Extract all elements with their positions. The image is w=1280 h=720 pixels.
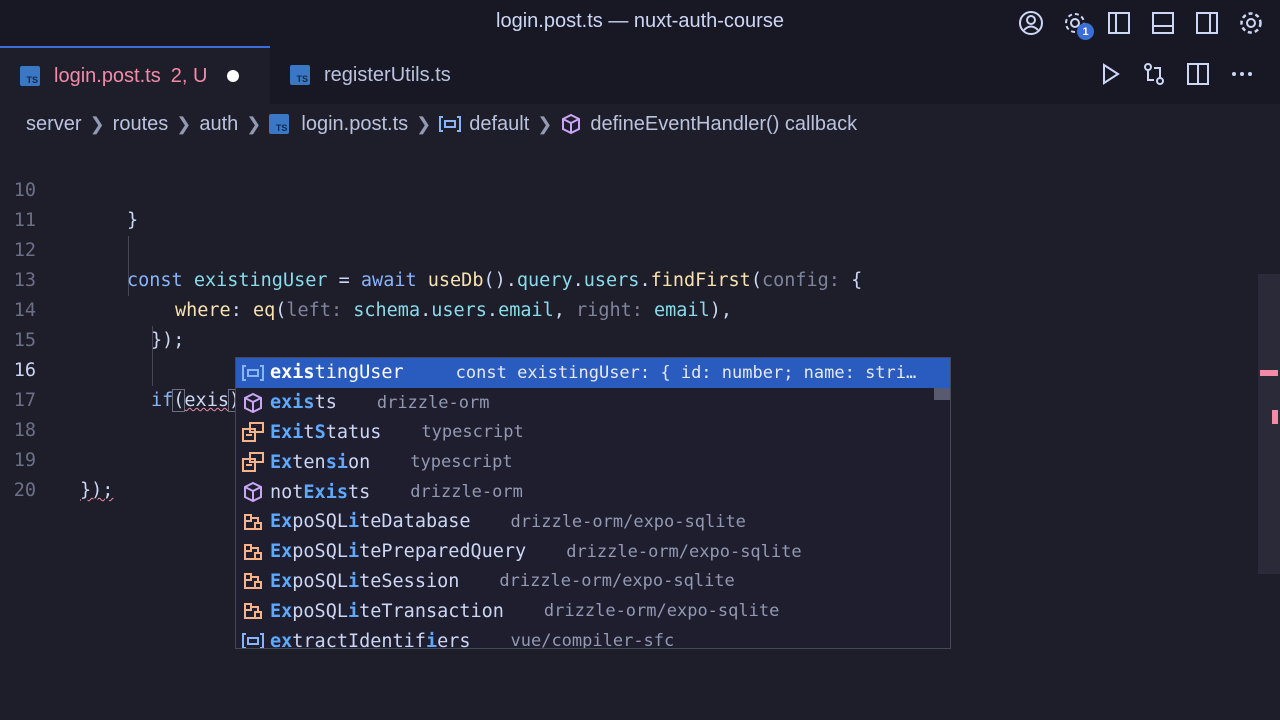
suggestion-label: notExists: [270, 481, 371, 503]
layout-panel-icon[interactable]: [1148, 8, 1178, 38]
chevron-right-icon: ❯: [537, 113, 553, 134]
variable-icon: [240, 361, 266, 385]
manage-badge: 1: [1077, 23, 1094, 40]
class-icon: [240, 540, 266, 564]
editor-scrollbar[interactable]: [1258, 274, 1280, 574]
code-line: 14 });: [0, 266, 1250, 351]
suggestion-label: extractIdentifiers: [270, 630, 471, 649]
breadcrumb-item-routes[interactable]: routes: [113, 113, 169, 136]
variable-icon: [439, 115, 462, 133]
suggestion-detail: drizzle-orm/expo-sqlite: [566, 541, 802, 562]
suggestion-item[interactable]: ExitStatus typescript: [236, 418, 950, 448]
compare-changes-icon[interactable]: [1140, 60, 1168, 93]
suggestion-label: ExitStatus: [270, 421, 382, 443]
suggestion-detail: drizzle-orm: [376, 392, 490, 413]
suggestion-detail: vue/compiler-sfc: [510, 631, 675, 649]
suggestion-detail: drizzle-orm/expo-sqlite: [510, 511, 746, 532]
class-icon: [240, 599, 266, 623]
editor-actions: [1096, 60, 1256, 93]
chevron-right-icon: ❯: [176, 113, 192, 134]
layout-sidebar-right-icon[interactable]: [1192, 8, 1222, 38]
class-icon: [240, 569, 266, 593]
suggestion-label: ExpoSQLiteDatabase: [270, 511, 471, 533]
suggestion-item[interactable]: ExpoSQLiteDatabase drizzle-orm/expo-sqlit…: [236, 507, 950, 537]
enum-icon: [240, 420, 266, 444]
code-line: 10 }: [0, 146, 1250, 231]
suggest-scrollbar-thumb[interactable]: [934, 388, 950, 400]
suggestion-item[interactable]: exists drizzle-orm: [236, 388, 950, 418]
manage-gear-icon[interactable]: 1: [1060, 8, 1094, 40]
suggest-widget: existingUser const existingUser: { id: nu…: [235, 357, 951, 649]
suggestion-item[interactable]: ExpoSQLiteTransaction drizzle-orm/expo-sq…: [236, 596, 950, 626]
suggestion-item[interactable]: existingUser const existingUser: { id: nu…: [236, 358, 950, 388]
error-marker: [1272, 410, 1278, 424]
breadcrumb: server ❯ routes ❯ auth ❯ TS login.post.t…: [0, 104, 1280, 144]
suggestion-detail: drizzle-orm: [410, 482, 523, 503]
suggestion-detail: typescript: [421, 422, 524, 443]
suggestion-detail: drizzle-orm/expo-sqlite: [543, 601, 780, 622]
title-actions: 1: [1016, 8, 1266, 40]
chevron-right-icon: ❯: [89, 113, 105, 134]
line-number: 20: [13, 480, 36, 501]
suggestion-label: ExpoSQLitePreparedQuery: [270, 541, 527, 563]
code-text: });: [80, 480, 114, 501]
suggestion-item[interactable]: notExists drizzle-orm: [236, 477, 950, 507]
tab-login-post-ts[interactable]: TS login.post.ts 2, U: [0, 46, 270, 104]
unsaved-dot-icon[interactable]: [227, 70, 240, 82]
tab-bar: TS login.post.ts 2, U TS registerUtils.t…: [0, 46, 1280, 104]
chevron-right-icon: ❯: [246, 113, 262, 134]
breadcrumb-item-default[interactable]: default: [469, 113, 529, 136]
suggestion-item[interactable]: Extension typescript: [236, 447, 950, 477]
account-circle-icon[interactable]: [1016, 8, 1046, 38]
method-icon: [240, 391, 266, 415]
chevron-right-icon: ❯: [416, 113, 432, 134]
method-cube-icon: [560, 113, 582, 135]
breadcrumb-item-server[interactable]: server: [26, 113, 82, 136]
code-line: 13 where: eq(left: schema.users.email, r…: [0, 236, 1250, 321]
suggestion-detail: typescript: [410, 452, 513, 473]
suggestion-label: ExpoSQLiteTransaction: [270, 600, 504, 622]
run-icon[interactable]: [1096, 60, 1124, 93]
typescript-file-icon: TS: [290, 65, 310, 85]
breadcrumb-item-file[interactable]: login.post.ts: [301, 113, 408, 136]
suggestion-label: ExpoSQLiteSession: [270, 570, 460, 592]
method-icon: [240, 480, 266, 504]
split-editor-icon[interactable]: [1184, 60, 1212, 93]
layout-sidebar-left-icon[interactable]: [1104, 8, 1134, 38]
tab-problem-status: 2, U: [170, 64, 208, 87]
suggestion-label: Extension: [270, 451, 371, 473]
title-bar: login.post.ts — nuxt-auth-course 1: [0, 0, 1280, 46]
suggestion-item[interactable]: ExpoSQLiteSession drizzle-orm/expo-sqlite: [236, 567, 950, 597]
tab-label: registerUtils.ts: [324, 63, 451, 86]
settings-gear-icon[interactable]: [1236, 8, 1266, 38]
breadcrumb-item-auth[interactable]: auth: [199, 113, 238, 136]
typescript-file-icon: TS: [20, 66, 40, 86]
code-line: 15: [0, 296, 1250, 351]
tab-label: login.post.ts: [54, 64, 161, 87]
suggestion-item[interactable]: extractIdentifiers vue/compiler-sfc: [236, 626, 950, 649]
suggestion-item[interactable]: ExpoSQLitePreparedQuery drizzle-orm/expo-…: [236, 537, 950, 567]
code-line: 12 const existingUser = await useDb().qu…: [0, 206, 1250, 291]
variable-icon: [240, 629, 266, 648]
enum-icon: [240, 450, 266, 474]
typescript-file-icon: TS: [269, 114, 290, 134]
class-icon: [240, 510, 266, 534]
code-line-current: 16 if(exis): [0, 326, 1250, 412]
code-line: 11: [0, 176, 1250, 231]
suggestion-label: existingUser: [270, 362, 404, 384]
suggestion-detail: const existingUser: { id: number; name: …: [455, 362, 926, 383]
more-actions-icon[interactable]: [1228, 60, 1256, 93]
error-marker: [1260, 370, 1278, 376]
tab-registerutils-ts[interactable]: TS registerUtils.ts: [270, 46, 518, 104]
suggestion-label: exists: [270, 392, 337, 414]
breadcrumb-item-callback[interactable]: defineEventHandler() callback: [590, 113, 857, 136]
suggestion-detail: drizzle-orm/expo-sqlite: [499, 571, 735, 592]
